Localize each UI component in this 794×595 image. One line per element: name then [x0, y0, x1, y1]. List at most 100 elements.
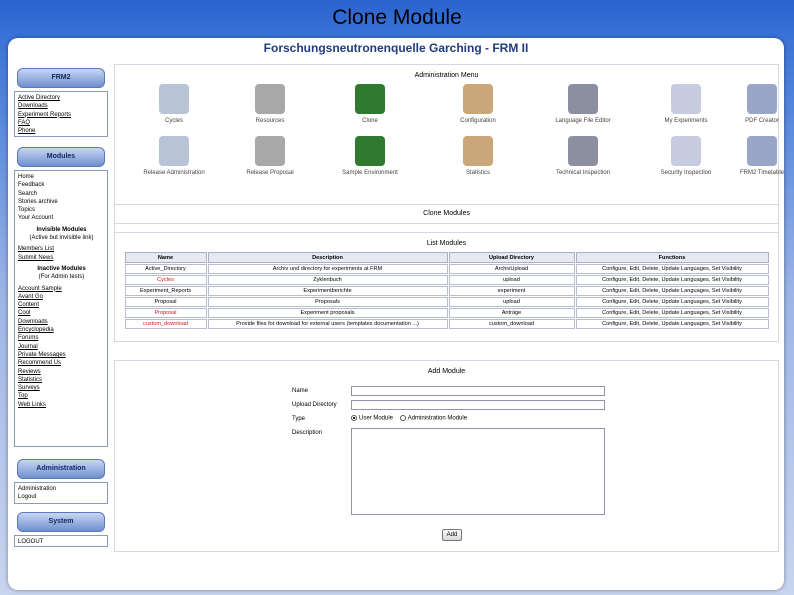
sidebar-item-inactive-12[interactable]: Surveys: [18, 384, 105, 392]
sidebar-item-module-0[interactable]: Home: [18, 173, 105, 181]
sidebar-item-frm2-4[interactable]: Phone: [18, 127, 105, 135]
add-button[interactable]: Add: [442, 529, 462, 541]
user-module-radio[interactable]: [351, 415, 357, 421]
my-experiments-icon: [671, 84, 701, 114]
description-textarea[interactable]: [351, 428, 605, 515]
sidebar-item-inactive-14[interactable]: Web Links: [18, 401, 105, 409]
admin-tool-label: Cycles: [164, 118, 183, 124]
table-row: Proposal Proposals upload Configure, Edit, …: [124, 297, 769, 307]
sidebar: FRM2 Active Directory Downloads Experiment…: [14, 68, 108, 547]
cell-functions[interactable]: Configure, Edit, Delete, Update Language…: [575, 264, 769, 274]
sidebar-item-module-1[interactable]: Feedback: [18, 181, 105, 189]
cell-name[interactable]: Active_Directory: [124, 264, 207, 274]
admin-tool-release-administration[interactable]: Release Administration: [129, 136, 219, 176]
admin-tool-pdf-creator[interactable]: PDF Creator: [717, 84, 784, 124]
admin-tool-configuration[interactable]: Configuration: [433, 84, 523, 124]
cell-functions[interactable]: Configure, Edit, Delete, Update Language…: [575, 319, 769, 329]
sidebar-item-inactive-5[interactable]: Encyclopedia: [18, 326, 105, 334]
admin-tool-sample-environment[interactable]: Sample Environment: [325, 136, 415, 176]
sidebar-head-administration: Administration: [17, 459, 105, 479]
add-module-panel: Add Module Name Upload Directory Type Us…: [114, 360, 779, 552]
frm2-timetable-icon: [747, 136, 777, 166]
col-name: Name: [124, 252, 207, 263]
sidebar-item-system-0[interactable]: LOGOUT: [18, 538, 105, 546]
release-proposal-icon: [255, 136, 285, 166]
user-module-label: User Module: [359, 415, 394, 422]
sidebar-item-inactive-7[interactable]: Journal: [18, 343, 105, 351]
cell-upload-directory: Anträge: [448, 308, 575, 318]
release-administration-icon: [159, 136, 189, 166]
invisible-modules-sub: (Active but invisible link): [29, 235, 94, 242]
admin-tool-label: FRM2 Timetable: [739, 170, 784, 176]
sidebar-item-module-3[interactable]: Stories archive: [18, 198, 105, 206]
sidebar-item-module-2[interactable]: Search: [18, 190, 105, 198]
sidebar-item-invisible-1[interactable]: Submit News: [18, 254, 105, 262]
cell-name[interactable]: Proposal: [124, 308, 207, 318]
sidebar-item-inactive-2[interactable]: Content: [18, 301, 105, 309]
admin-tool-statistics[interactable]: Statistics: [433, 136, 523, 176]
admin-icon-grid: Cycles Resources Clone Configuration Languag…: [115, 79, 784, 189]
admin-tool-resources[interactable]: Resources: [225, 84, 315, 124]
col-upload-directory: Upload Directory: [448, 252, 575, 263]
admin-tool-language-file-editor[interactable]: Language File Editor: [538, 84, 628, 124]
admin-tool-frm2-timetable[interactable]: FRM2 Timetable: [717, 136, 784, 176]
sidebar-item-frm2-0[interactable]: Active Directory: [18, 94, 105, 102]
sidebar-item-inactive-9[interactable]: Recommend Us: [18, 359, 105, 367]
cell-name[interactable]: Cycles: [124, 275, 207, 285]
type-radio-group: User Module Administration Module: [351, 415, 467, 422]
sidebar-box-administration: Administration Logout: [14, 482, 108, 504]
sidebar-item-invisible-0[interactable]: Members List: [18, 245, 105, 253]
admin-tool-cycles[interactable]: Cycles: [129, 84, 219, 124]
sidebar-item-frm2-1[interactable]: Downloads: [18, 102, 105, 110]
sidebar-item-inactive-0[interactable]: Account Sample: [18, 285, 105, 293]
language-file-editor-icon: [568, 84, 598, 114]
sidebar-item-admin-1[interactable]: Logout: [18, 493, 105, 501]
admin-tool-label: Statistics: [465, 170, 490, 176]
modules-table: Name Description Upload Directory Functi…: [124, 251, 770, 330]
site-title: Forschungsneutronenquelle Garching - FRM…: [263, 41, 529, 55]
sidebar-item-inactive-13[interactable]: Top: [18, 392, 105, 400]
sidebar-item-inactive-3[interactable]: Cool: [18, 309, 105, 317]
clone-modules-panel: Clone Modules: [114, 204, 779, 224]
upload-directory-label: Upload Directory: [292, 402, 337, 408]
sidebar-item-inactive-6[interactable]: Forums: [18, 334, 105, 342]
cell-name[interactable]: Experiment_Reports: [124, 286, 207, 296]
cell-functions[interactable]: Configure, Edit, Delete, Update Language…: [575, 308, 769, 318]
cell-name[interactable]: custom_download: [124, 319, 207, 329]
sidebar-head-system: System: [17, 512, 105, 532]
inactive-modules-title: Inactive Modules: [37, 265, 86, 272]
sidebar-item-inactive-4[interactable]: Downloads: [18, 318, 105, 326]
sidebar-item-admin-0[interactable]: Administration: [18, 485, 105, 493]
sidebar-item-frm2-3[interactable]: FAQ: [18, 119, 105, 127]
admin-tool-technical-inspection[interactable]: Technical Inspection: [538, 136, 628, 176]
sidebar-item-inactive-11[interactable]: Statistics: [18, 376, 105, 384]
cell-name[interactable]: Proposal: [124, 297, 207, 307]
slide-title: Clone Module: [332, 6, 462, 29]
sidebar-item-frm2-2[interactable]: Experiment Reports: [18, 111, 105, 119]
sidebar-item-inactive-8[interactable]: Private Messages: [18, 351, 105, 359]
name-input[interactable]: [351, 386, 605, 396]
col-description: Description: [207, 252, 448, 263]
configuration-icon: [463, 84, 493, 114]
admin-tool-release-proposal[interactable]: Release Proposal: [225, 136, 315, 176]
admin-module-label: Administration Module: [407, 415, 468, 422]
cell-functions[interactable]: Configure, Edit, Delete, Update Language…: [575, 286, 769, 296]
cell-description: Experiment proposals: [207, 308, 448, 318]
sidebar-item-module-4[interactable]: Topics: [18, 206, 105, 214]
sidebar-item-inactive-1[interactable]: Avant Go: [18, 293, 105, 301]
sidebar-item-module-5[interactable]: Your Account: [18, 214, 105, 222]
admin-module-radio[interactable]: [399, 415, 406, 421]
admin-tool-label: Clone: [362, 118, 378, 124]
admin-tool-label: Release Administration: [143, 170, 205, 176]
list-modules-panel: List Modules Name Description Upload Dir…: [114, 232, 779, 342]
sidebar-item-inactive-10[interactable]: Reviews: [18, 368, 105, 376]
table-row: Active_Directory Archiv und directory for…: [124, 264, 769, 274]
cell-functions[interactable]: Configure, Edit, Delete, Update Language…: [575, 297, 769, 307]
upload-directory-input[interactable]: [351, 400, 605, 410]
list-modules-title: List Modules: [426, 240, 467, 247]
admin-tool-clone[interactable]: Clone: [325, 84, 415, 124]
cell-functions[interactable]: Configure, Edit, Delete, Update Language…: [575, 275, 769, 285]
invisible-modules-title: Invisible Modules: [36, 226, 87, 233]
cell-description: Archiv und directory for experiments at …: [207, 264, 448, 274]
table-row: custom_download Provide files for downloa…: [124, 319, 769, 329]
